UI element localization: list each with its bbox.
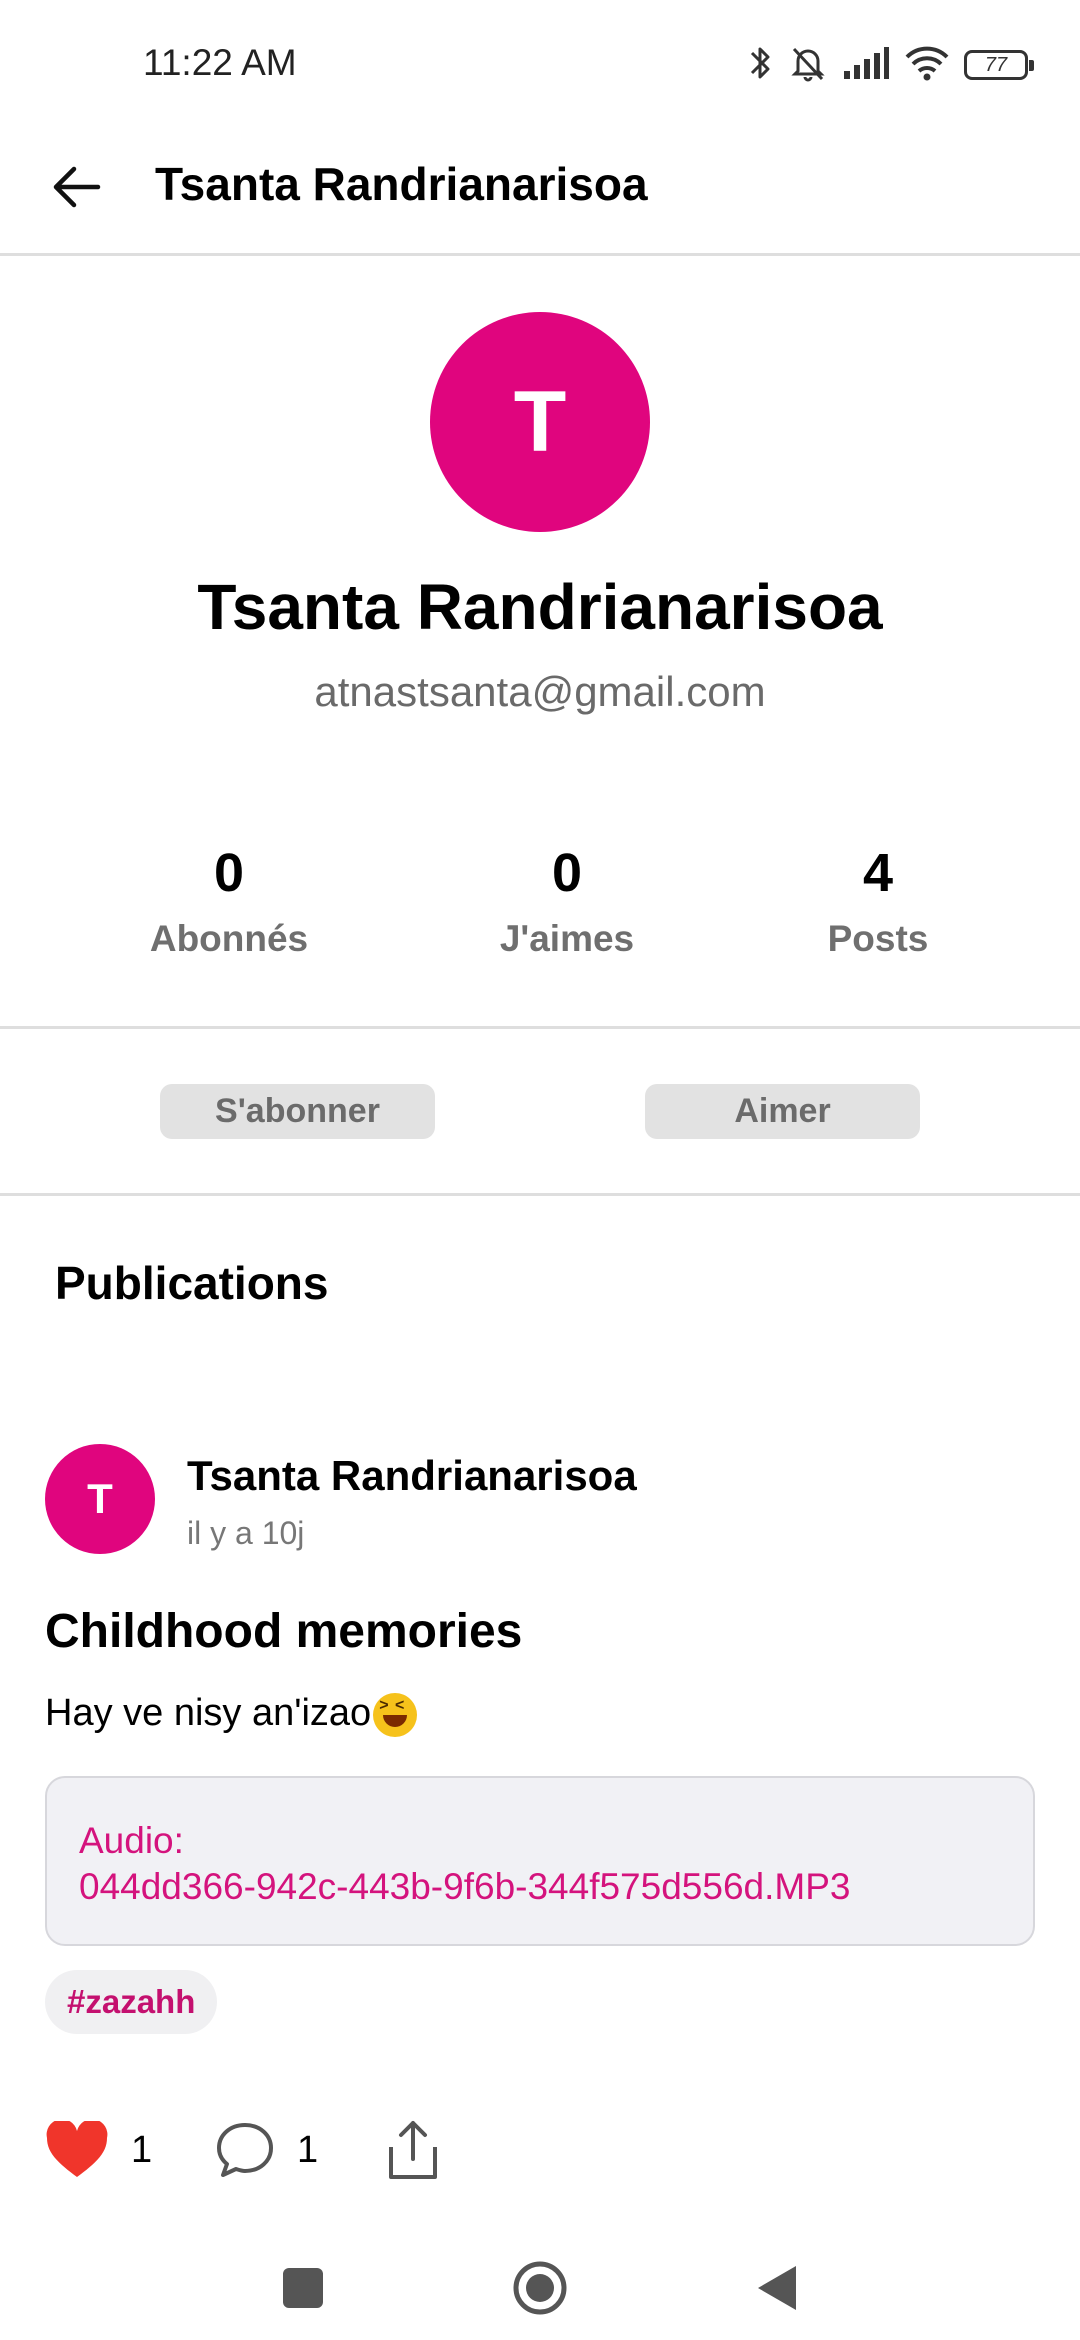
section-title: Publications [55,1257,329,1309]
system-nav-bar [0,2230,1080,2340]
post-avatar[interactable]: T [45,1444,155,1554]
stat-label: Abonnés [149,918,309,959]
like-count: 1 [131,2128,153,2171]
post-time: il y a 10j [187,1515,305,1551]
status-bar: 11:22 AM 77 [0,0,1080,130]
stat-label: Posts [827,918,929,959]
stat-posts: 4 Posts [728,838,1028,960]
hashtag-chip[interactable]: #zazahh [45,1970,218,2034]
stat-followers: 0 Abonnés [79,838,379,960]
stat-likes: 0 J'aimes [417,838,717,960]
nav-recents-button[interactable] [263,2248,343,2328]
stat-value: 4 [862,843,894,903]
bluetooth-icon [748,43,774,88]
heart-icon [46,2121,108,2177]
audio-label: Audio: [79,1820,184,1861]
bell-muted-icon [788,43,828,88]
stat-value: 0 [213,843,245,903]
divider [0,1026,1080,1029]
profile-name: Tsanta Randrianarisoa [197,571,883,643]
status-time: 11:22 AM [143,42,297,83]
share-action-button[interactable] [385,2115,441,2185]
wifi-icon [904,44,950,87]
back-triangle-icon [758,2266,796,2310]
post-body-text: Hay ve nisy an'izao [45,1692,372,1734]
nav-home-button[interactable] [500,2248,580,2328]
stat-label: J'aimes [499,918,635,959]
back-button[interactable] [40,150,114,224]
share-icon [389,2121,437,2179]
like-action-button[interactable]: 1 [45,2115,152,2185]
post-author[interactable]: Tsanta Randrianarisoa [187,1452,637,1500]
divider [0,1193,1080,1196]
audio-attachment[interactable]: Audio: 044dd366-942c-443b-9f6b-344f575d5… [45,1776,1035,1946]
follow-button[interactable]: S'abonner [160,1084,435,1139]
signal-icon [842,45,890,86]
post-title: Childhood memories [45,1605,523,1658]
arrow-left-icon [53,166,101,208]
nav-back-button[interactable] [737,2248,817,2328]
like-profile-button[interactable]: Aimer [645,1084,920,1139]
page-title: Tsanta Randrianarisoa [155,158,648,210]
laughing-emoji-icon [373,1692,418,1737]
battery-icon: 77 [964,50,1034,80]
profile-email: atnastsanta@gmail.com [314,668,766,715]
comment-count: 1 [297,2128,319,2171]
comment-icon [217,2123,273,2177]
comment-action-button[interactable]: 1 [215,2115,318,2185]
recents-square-icon [283,2268,323,2308]
audio-file-name: 044dd366-942c-443b-9f6b-344f575d556d.MP3 [79,1866,851,1907]
status-icons: 77 [748,40,1034,90]
app-bar: Tsanta Randrianarisoa [0,130,1080,256]
home-circle-icon [513,2261,567,2315]
stat-value: 0 [551,843,583,903]
post-body: Hay ve nisy an'izao [45,1692,418,1737]
avatar: T [430,312,650,532]
